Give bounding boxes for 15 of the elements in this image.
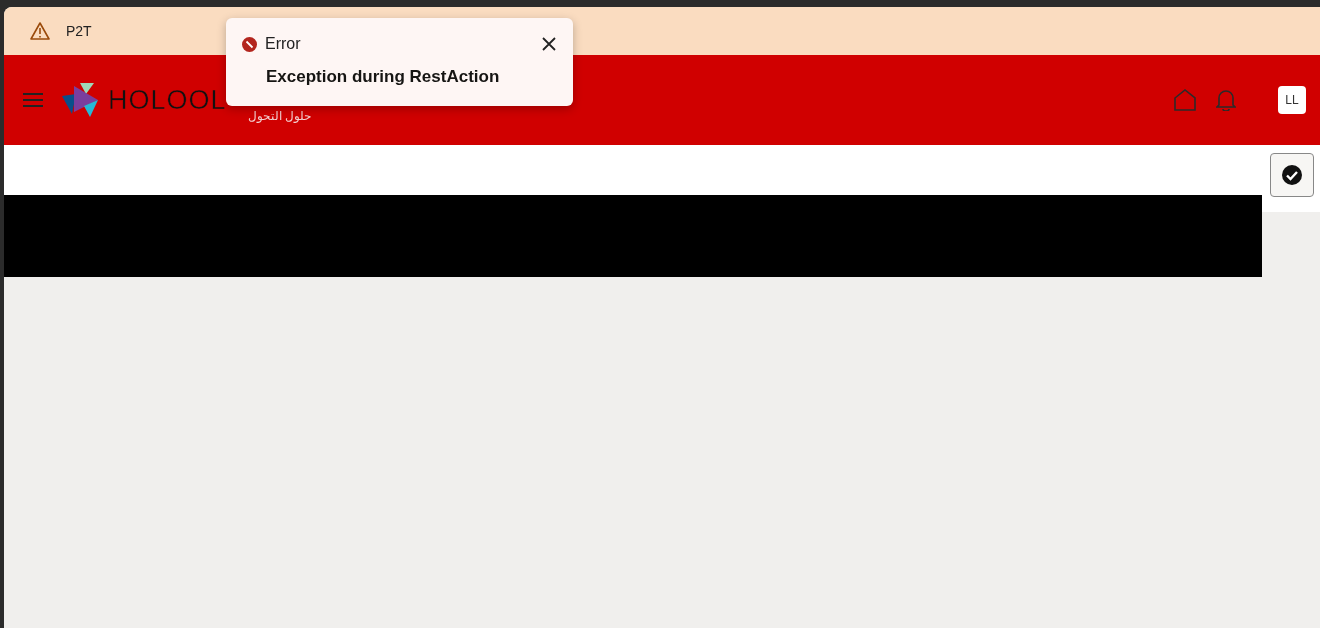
- logo-icon: [60, 82, 100, 118]
- user-avatar[interactable]: LL: [1278, 86, 1306, 114]
- close-button[interactable]: [541, 36, 557, 52]
- notifications-button[interactable]: [1216, 89, 1236, 111]
- check-icon: [1281, 164, 1303, 186]
- logo-subtitle: حلول التحول: [248, 108, 312, 125]
- home-button[interactable]: [1174, 89, 1196, 111]
- logo-text: HOLOOL: [108, 83, 227, 117]
- confirm-button[interactable]: [1270, 153, 1314, 197]
- menu-button[interactable]: [22, 91, 44, 109]
- warning-icon: [30, 22, 50, 40]
- toast-title: Error: [265, 34, 301, 54]
- toast-message: Exception during RestAction: [266, 66, 501, 88]
- banner-text: P2T: [66, 21, 92, 41]
- error-icon: [242, 36, 257, 52]
